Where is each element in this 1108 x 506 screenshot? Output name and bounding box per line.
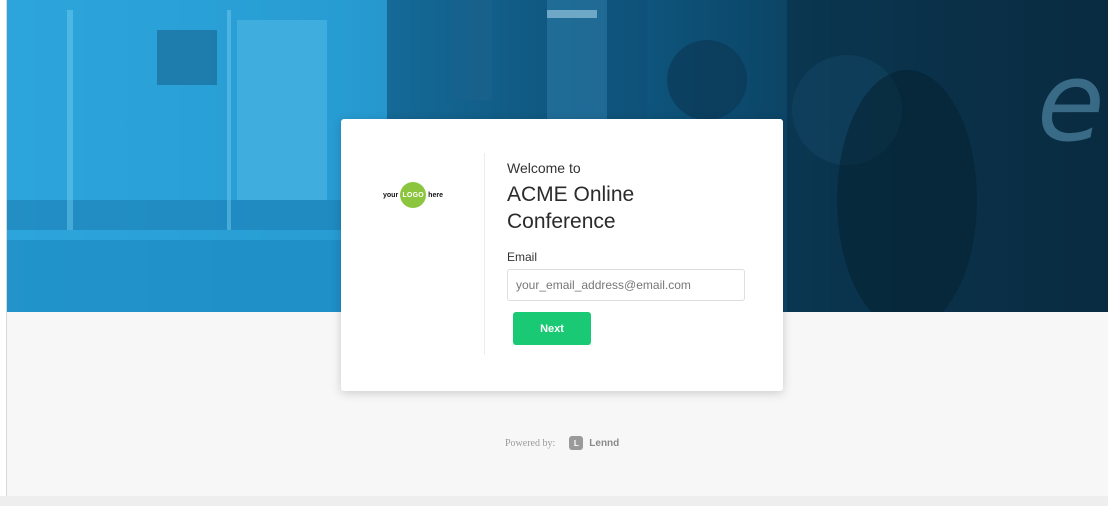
lennd-brand-name[interactable]: Lennd <box>589 438 619 449</box>
email-label: Email <box>507 250 538 264</box>
email-input[interactable] <box>507 269 745 301</box>
logo-text-right: here <box>428 191 443 199</box>
event-title: ACME Online Conference <box>507 183 635 233</box>
lennd-logo-icon: L <box>569 436 584 450</box>
company-logo: your LOGO here <box>383 181 461 209</box>
logo-circle: LOGO <box>400 182 427 208</box>
logo-text-left: your <box>383 191 399 199</box>
page-frame: e your LOGO here Welcome to ACME Online … <box>6 0 1108 496</box>
powered-by-label: Powered by: <box>505 437 556 449</box>
next-button[interactable]: Next <box>513 312 591 345</box>
powered-by-footer: Powered by: L Lennd <box>505 436 619 450</box>
card-divider <box>484 153 485 355</box>
welcome-text: Welcome to <box>507 160 581 176</box>
svg-text:e: e <box>1037 38 1105 166</box>
login-card: your LOGO here Welcome to ACME Online Co… <box>341 119 783 391</box>
bottom-strip <box>0 496 1108 506</box>
